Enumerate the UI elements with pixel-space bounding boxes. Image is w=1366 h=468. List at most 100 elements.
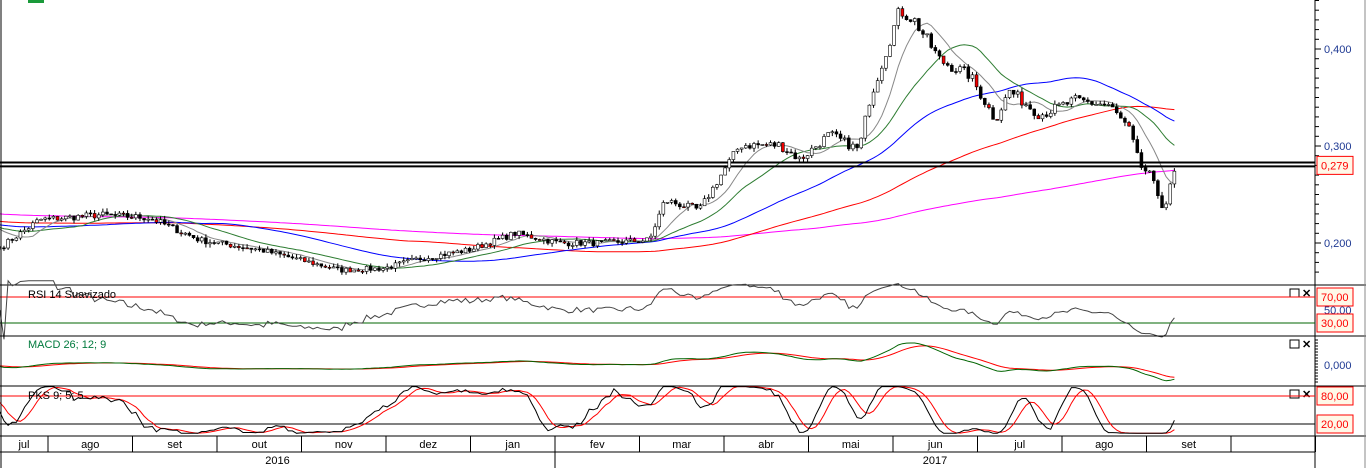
candle — [6, 237, 10, 250]
candle-body — [26, 228, 31, 231]
candle — [929, 32, 933, 49]
candle-body — [628, 238, 633, 241]
candle — [55, 215, 60, 221]
macd-signal-line — [0, 345, 1175, 378]
candle-body — [47, 217, 52, 220]
price-panel: 0,200 0,300 0,400 0,279 — [0, 0, 1354, 468]
candle — [1007, 89, 1012, 100]
candle-body — [179, 232, 183, 235]
candle-body — [1090, 101, 1094, 105]
candle-body — [1172, 170, 1177, 185]
candle-body — [1003, 97, 1008, 111]
close-icon[interactable]: ✕ — [1302, 288, 1311, 300]
candle-body — [1057, 103, 1061, 106]
candle-body — [513, 232, 517, 236]
rsi-title[interactable]: RSI 14 Suavizado — [28, 289, 116, 301]
month-label: ago — [1095, 439, 1113, 451]
candle-body — [801, 156, 806, 159]
candle-body — [356, 269, 361, 272]
candle-body — [261, 248, 266, 253]
candle-body — [467, 247, 472, 252]
candle-body — [105, 211, 109, 215]
macd-title[interactable]: MACD 26; 12; 9 — [28, 339, 106, 351]
candle-body — [307, 260, 311, 263]
pks-title[interactable]: PKS 9; 5; 5 — [28, 390, 84, 402]
candle — [645, 237, 649, 242]
candle-body — [1110, 104, 1115, 108]
candle-body — [426, 258, 431, 261]
pks-label-20: 20,00 — [1321, 419, 1349, 431]
macd-zero-label: 0,000 — [1324, 360, 1352, 372]
candle-body — [875, 80, 880, 93]
candle — [352, 269, 357, 273]
candle-body — [451, 251, 455, 254]
candle-body — [826, 132, 830, 137]
candle-body — [233, 245, 237, 248]
candle-body — [212, 242, 216, 244]
candle-body — [945, 63, 950, 66]
candle-body — [645, 237, 649, 242]
candle-body — [88, 212, 93, 215]
candle-body — [904, 15, 909, 21]
candle-body — [1156, 180, 1160, 196]
candle-body — [805, 155, 810, 159]
candle-body — [76, 215, 80, 221]
candle-body — [1024, 104, 1028, 107]
candle-body — [851, 143, 855, 150]
candle-body — [855, 143, 859, 149]
candle-body — [459, 250, 464, 254]
close-icon[interactable]: ✕ — [1302, 389, 1311, 401]
candle-body — [533, 238, 538, 240]
candle-body — [863, 115, 868, 139]
candle-body — [64, 215, 68, 220]
candle-body — [1044, 114, 1049, 117]
candle-body — [814, 146, 818, 149]
candle-body — [793, 152, 797, 160]
candle-body — [603, 239, 608, 241]
candle-body — [162, 219, 167, 225]
candle-body — [1061, 102, 1065, 105]
maximize-icon[interactable] — [1289, 288, 1300, 298]
candle-body — [797, 156, 802, 160]
candle-body — [278, 251, 282, 255]
month-label: abr — [758, 439, 774, 451]
candle-body — [723, 167, 727, 176]
candle-body — [331, 266, 336, 269]
candle-body — [241, 247, 245, 249]
month-label: mar — [672, 439, 691, 451]
candle-body — [92, 213, 97, 219]
candle-body — [1114, 106, 1119, 114]
candle-body — [711, 186, 715, 198]
candle-body — [612, 239, 616, 241]
candle-body — [492, 237, 497, 246]
candle-body — [785, 151, 789, 153]
month-label: jun — [927, 439, 943, 451]
candle-body — [55, 216, 60, 221]
candle-body — [364, 266, 369, 272]
candle-body — [884, 56, 888, 69]
candle — [109, 213, 113, 216]
maximize-icon[interactable] — [1289, 389, 1300, 399]
candle-body — [311, 260, 315, 265]
month-label: out — [252, 439, 267, 451]
month-label: jul — [1013, 439, 1025, 451]
candle-body — [999, 109, 1004, 121]
candle-body — [575, 240, 579, 246]
candle — [1131, 124, 1135, 143]
candle-body — [500, 234, 505, 239]
month-label: set — [167, 439, 182, 451]
candle-body — [678, 203, 682, 208]
candle-body — [781, 142, 785, 152]
candle-body — [1086, 99, 1090, 102]
candle-body — [2, 247, 6, 250]
candle — [509, 231, 513, 240]
close-icon[interactable]: ✕ — [1302, 339, 1311, 351]
candle-body — [142, 218, 146, 221]
candle-body — [31, 222, 35, 229]
candle-body — [397, 261, 402, 264]
candle-body — [220, 240, 225, 243]
candle-body — [1020, 91, 1024, 106]
maximize-icon[interactable] — [1289, 339, 1300, 349]
candle-body — [344, 267, 348, 273]
candle-body — [1152, 170, 1156, 182]
